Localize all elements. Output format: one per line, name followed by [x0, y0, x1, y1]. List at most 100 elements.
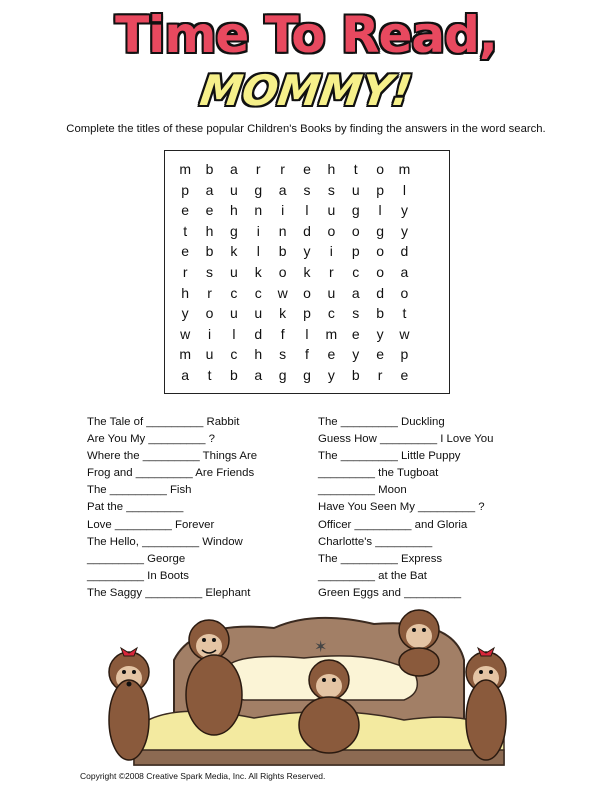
grid-cell: p [376, 181, 384, 198]
grid-cell: b [205, 161, 214, 178]
grid-cell: l [232, 325, 236, 342]
grid-cell: s [352, 305, 360, 322]
grid-cell: u [205, 346, 214, 363]
grid-cell: r [255, 161, 261, 178]
grid-cell: l [305, 202, 309, 219]
grid-cell: o [327, 222, 336, 239]
clue-left: Pat the _________ [87, 501, 184, 514]
grid-cell: g [376, 222, 384, 239]
grid-cell: l [378, 202, 382, 219]
page-title: Time To Read, [115, 6, 498, 64]
grid-cell: r [182, 263, 188, 280]
page-subtitle: MOMMY! [197, 66, 415, 115]
grid-cell: d [254, 325, 263, 342]
grid-cell: s [327, 181, 335, 198]
grid-cell: g [254, 181, 263, 198]
clue-right: The _________ Little Puppy [318, 450, 461, 463]
grid-cell: a [181, 366, 190, 383]
copyright: Copyright ©2008 Creative Spark Media, In… [80, 771, 326, 781]
grid-cell: e [327, 346, 336, 363]
grid-cell: h [181, 284, 190, 301]
grid-cell: s [303, 181, 311, 198]
grid-cell: t [353, 161, 358, 178]
grid-cell: w [399, 325, 410, 342]
clue-left: The _________ Fish [87, 484, 192, 497]
clue-left: Love _________ Forever [87, 518, 215, 531]
grid-cell: o [376, 243, 384, 260]
clue-right: _________ at the Bat [318, 569, 427, 582]
grid-cell: c [327, 305, 335, 322]
grid-cell: y [352, 346, 360, 363]
grid-cell: k [303, 263, 311, 280]
grid-cell: b [230, 366, 238, 383]
grid-cell: u [327, 202, 336, 219]
grid-cell: e [181, 243, 190, 260]
grid-cell: n [254, 202, 263, 219]
grid-cell: m [325, 325, 338, 342]
grid-cell: d [400, 243, 409, 260]
grid-cell: h [254, 346, 263, 363]
monkeys-on-bed-illustration: ✶ [108, 609, 507, 766]
grid-cell: h [205, 222, 214, 239]
grid-cell: h [327, 161, 336, 178]
grid-cell: p [181, 181, 190, 198]
grid-cell: w [180, 325, 191, 342]
clue-right: Have You Seen My _________ ? [318, 501, 485, 514]
grid-cell: h [230, 202, 238, 219]
clue-list-right: The _________ Duckling Guess How ________… [318, 414, 548, 602]
grid-cell: d [303, 222, 311, 239]
grid-cell: r [377, 366, 383, 383]
svg-text:✶: ✶ [314, 637, 327, 656]
grid-cell: d [376, 284, 384, 301]
grid-cell: r [329, 263, 334, 280]
word-search-grid: mbarrehtompaugassupleehniluglythgindoogy… [173, 159, 441, 385]
grid-cell: a [205, 181, 214, 198]
grid-cell: m [179, 346, 192, 363]
grid-cell: g [278, 366, 287, 383]
grid-cell: k [230, 243, 238, 260]
grid-cell: c [230, 284, 238, 301]
grid-cell: u [254, 305, 263, 322]
clue-right: The _________ Express [318, 552, 443, 565]
grid-cell: l [402, 181, 406, 198]
grid-cell: y [400, 202, 408, 219]
grid-cell: u [230, 305, 238, 322]
grid-cell: e [400, 366, 409, 383]
grid-cell: g [230, 222, 238, 239]
grid-cell: e [181, 202, 190, 219]
grid-cell: e [303, 161, 311, 178]
clue-right: Guess How _________ I Love You [318, 433, 494, 446]
grid-cell: g [303, 366, 311, 383]
clue-list-left: The Tale of _________ Rabbit Are You My _… [87, 414, 307, 602]
grid-cell: k [254, 263, 262, 280]
grid-cell: f [280, 325, 285, 342]
grid-cell: u [327, 284, 336, 301]
grid-cell: i [329, 243, 333, 260]
grid-cell: t [402, 305, 407, 322]
grid-cell: s [279, 346, 287, 363]
clue-right: Charlotte's _________ [318, 535, 433, 548]
clue-right: Officer _________ and Gloria [318, 518, 468, 531]
grid-cell: a [400, 263, 409, 280]
monkey-girl-right [465, 646, 507, 761]
monkey-peeking-right [398, 609, 440, 677]
grid-cell: a [254, 366, 263, 383]
grid-cell: f [305, 346, 309, 363]
grid-cell: w [277, 284, 288, 301]
grid-cell: r [280, 161, 285, 178]
grid-cell: s [206, 263, 214, 280]
grid-cell: i [281, 202, 285, 219]
grid-cell: o [303, 284, 311, 301]
clue-left: Are You My _________ ? [87, 433, 215, 446]
grid-cell: y [376, 325, 384, 342]
grid-cell: a [230, 161, 238, 178]
grid-cell: b [376, 305, 384, 322]
grid-cell: a [351, 284, 360, 301]
monkey-girl-left [108, 646, 150, 761]
clue-left: The Hello, _________ Window [87, 535, 243, 548]
clue-right: _________ the Tugboat [318, 467, 439, 480]
instructions: Complete the titles of these popular Chi… [66, 123, 546, 135]
grid-cell: y [400, 222, 408, 239]
clue-left: _________ George [87, 552, 186, 565]
grid-cell: b [205, 243, 214, 260]
